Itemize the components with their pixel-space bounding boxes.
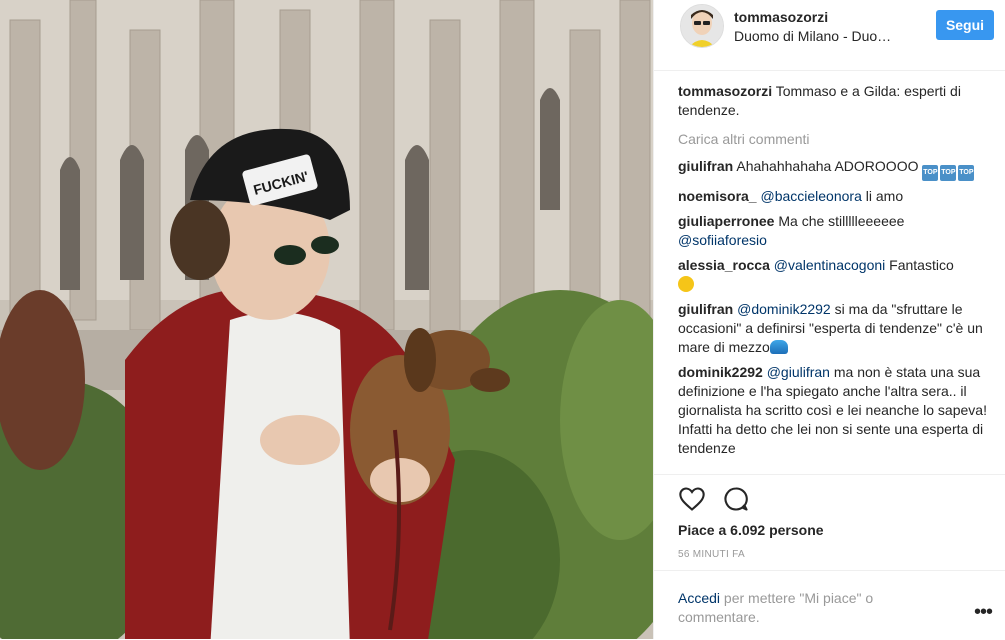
more-options-icon[interactable]: •••: [974, 602, 993, 622]
comment-username[interactable]: giulifran: [678, 158, 733, 174]
comment-username[interactable]: noemisora_: [678, 188, 757, 204]
comment-username[interactable]: giulifran: [678, 301, 733, 317]
post-header: tommasozorzi Duomo di Milano - Duo… Segu…: [654, 0, 1005, 71]
comment-item: giuliaperronee Ma che stillllleeeeee @so…: [678, 212, 994, 250]
comment-item: alessia_rocca @valentinacogoni Fantastic…: [678, 256, 994, 294]
header-username[interactable]: tommasozorzi: [734, 9, 828, 25]
load-more-comments-link[interactable]: Carica altri commenti: [678, 130, 994, 149]
comment-item: dominik2292 @giulifran ma non è stata un…: [678, 363, 994, 458]
post-timestamp: 56 MINUTI FA: [678, 549, 745, 560]
heart-icon[interactable]: [678, 485, 706, 513]
post-actions: [654, 474, 1005, 523]
comment-text: Ahahahhahaha ADOROOOO: [736, 158, 919, 174]
comment-username[interactable]: giuliaperronee: [678, 213, 774, 229]
comment-mention[interactable]: @sofiiaforesio: [678, 232, 767, 248]
comment-item: noemisora_ @baccieleonora li amo: [678, 187, 994, 206]
comment-mention[interactable]: @dominik2292: [737, 301, 831, 317]
post-sidebar: tommasozorzi Duomo di Milano - Duo… Segu…: [653, 0, 1005, 639]
comment-item: giulifran @dominik2292 si ma da "sfrutta…: [678, 300, 994, 357]
comment-username[interactable]: dominik2292: [678, 364, 763, 380]
post-photo[interactable]: FUCKIN': [0, 0, 653, 639]
header-location[interactable]: Duomo di Milano - Duo…: [734, 28, 924, 44]
photo-illustration: FUCKIN': [0, 0, 653, 639]
comment-mention[interactable]: @valentinacogoni: [774, 257, 886, 273]
follow-button[interactable]: Segui: [936, 10, 994, 40]
laughing-emoji-icon: [678, 276, 694, 292]
caption-username[interactable]: tommasozorzi: [678, 83, 772, 99]
top-emoji-icon: TOP: [940, 165, 957, 181]
top-emoji-icon: TOP: [958, 165, 975, 181]
comment-mention[interactable]: @baccieleonora: [760, 188, 861, 204]
comment-text: Ma che stillllleeeeee: [778, 213, 905, 229]
login-prompt: Accedi per mettere "Mi piace" o commenta…: [678, 589, 928, 627]
login-link[interactable]: Accedi: [678, 590, 720, 606]
comment-icon[interactable]: [722, 485, 750, 513]
comments-list[interactable]: tommasozorzi Tommaso e a Gilda: esperti …: [678, 82, 994, 472]
avatar[interactable]: [680, 4, 724, 48]
comment-mention[interactable]: @giulifran: [767, 364, 830, 380]
comment-text: li amo: [861, 188, 904, 204]
post-footer: Accedi per mettere "Mi piace" o commenta…: [654, 570, 1005, 640]
avatar-image: [681, 5, 723, 47]
comment-username[interactable]: alessia_rocca: [678, 257, 770, 273]
caption: tommasozorzi Tommaso e a Gilda: esperti …: [678, 82, 994, 120]
top-emoji-icon: TOP: [922, 165, 939, 181]
comment-item: giulifran Ahahahhahaha ADOROOOO TOP TOP TO…: [678, 157, 994, 181]
comment-text: Fantastico: [885, 257, 954, 273]
wave-emoji-icon: [769, 340, 788, 354]
likes-count[interactable]: Piace a 6.092 persone: [678, 522, 824, 538]
